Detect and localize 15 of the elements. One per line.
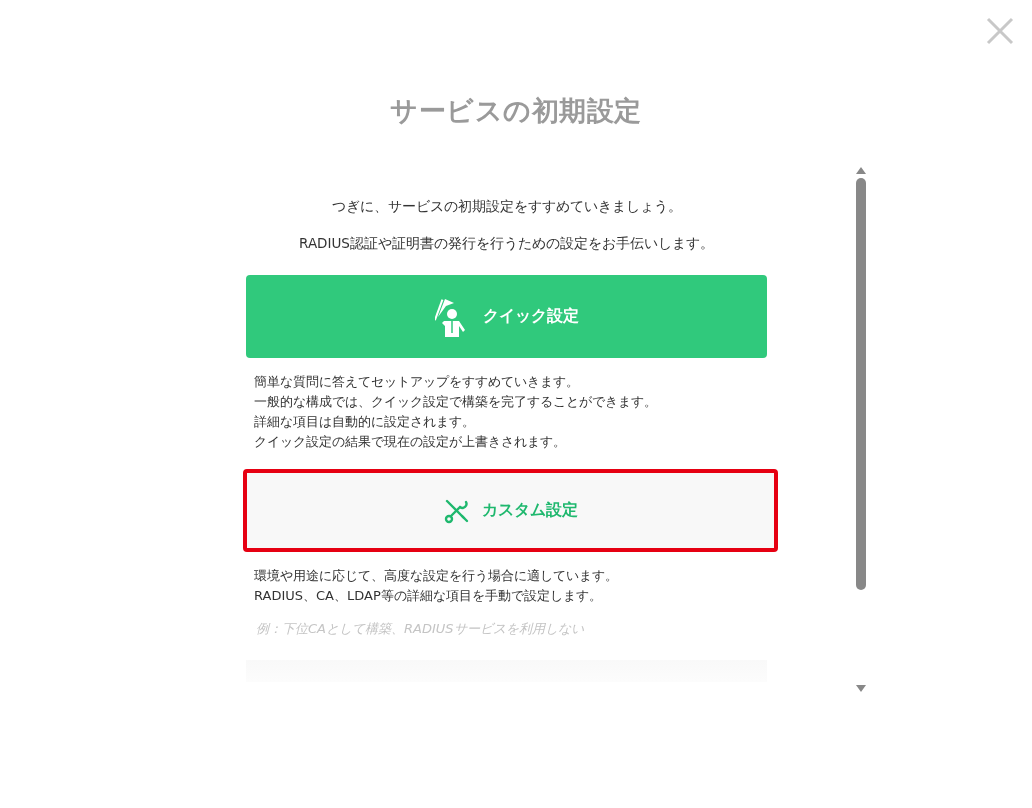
quick-setup-button[interactable]: クイック設定 [246,275,767,358]
dialog-title: サービスの初期設定 [390,94,642,128]
custom-setup-button[interactable]: カスタム設定 [243,469,778,552]
intro-text: つぎに、サービスの初期設定をすすめていきましょう。 [330,198,683,216]
tools-icon [443,497,470,524]
description-line: 簡単な質問に答えてセットアップをすすめていきます。 [254,373,579,391]
scrollbar[interactable] [855,167,867,692]
description-line: 環境や用途に応じて、高度な設定を行う場合に適しています。 [254,567,618,585]
description-line: クイック設定の結果で現在の設定が上書きされます。 [254,433,566,451]
description-line: 詳細な項目は自動的に設定されます。 [254,413,475,431]
scroll-down-icon[interactable] [856,685,866,692]
intro-text: RADIUS認証や証明書の発行を行うための設定をお手伝いします。 [298,235,715,253]
scroll-up-icon[interactable] [856,167,866,174]
description-line: 一般的な構成では、クイック設定で構築を完了することができます。 [254,393,657,411]
description-line: RADIUS、CA、LDAP等の詳細な項目を手動で設定します。 [254,587,602,605]
